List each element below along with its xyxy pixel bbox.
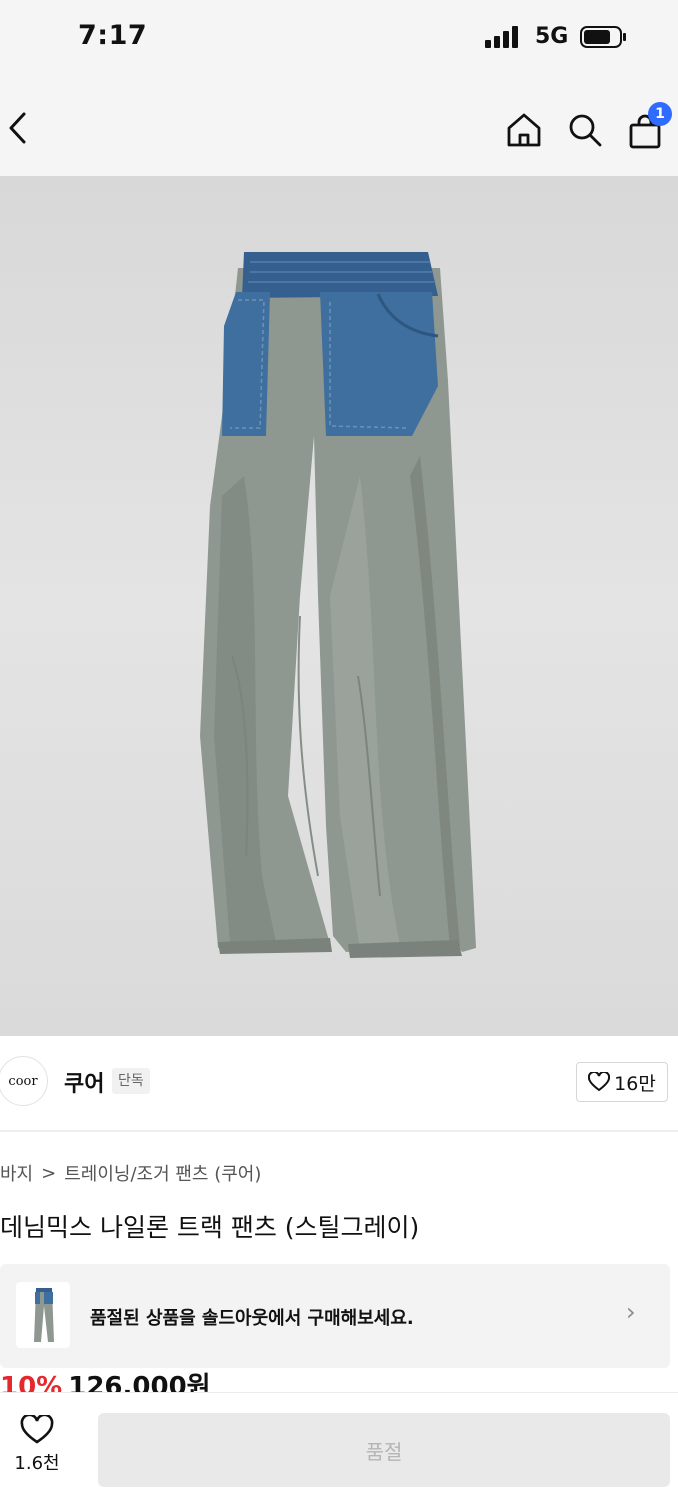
home-icon <box>507 113 541 147</box>
brand-like-count: 16만 <box>614 1072 656 1095</box>
soldout-banner-text: 품절된 상품을 솔드아웃에서 구매해보세요. <box>90 1308 414 1329</box>
soldout-banner[interactable]: 품절된 상품을 솔드아웃에서 구매해보세요. › <box>0 1264 670 1368</box>
back-button[interactable] <box>0 106 36 150</box>
sold-out-button[interactable]: 품절 <box>98 1413 670 1487</box>
exclusive-badge: 단독 <box>112 1068 150 1094</box>
cart-badge: 1 <box>648 102 672 126</box>
network-type: 5G <box>535 24 569 49</box>
cellular-signal-icon <box>485 26 525 48</box>
heart-icon <box>588 1072 611 1092</box>
home-button[interactable] <box>504 110 544 150</box>
brand-row: coor 쿠어 단독 16만 <box>0 1036 678 1132</box>
pants-illustration <box>200 252 476 958</box>
product-title: 데님믹스 나일론 트랙 팬츠 (스틸그레이) <box>0 1213 420 1242</box>
search-button[interactable] <box>565 110 605 150</box>
status-bar: 7:17 5G <box>0 0 678 80</box>
breadcrumb-category[interactable]: 바지 <box>0 1160 33 1186</box>
wishlist-count: 1.6천 <box>14 1453 60 1474</box>
nav-bar: 1 <box>0 80 678 176</box>
brand-like-button[interactable]: 16만 <box>576 1062 668 1102</box>
bottom-action-bar: 1.6천 품절 <box>0 1392 678 1500</box>
brand-name[interactable]: 쿠어 <box>64 1066 104 1098</box>
status-time: 7:17 <box>78 20 148 51</box>
cart-button[interactable]: 1 <box>626 102 672 150</box>
product-image[interactable] <box>0 176 678 1036</box>
chevron-right-icon: › <box>626 1298 636 1326</box>
breadcrumb-subcategory[interactable]: 트레이닝/조거 팬츠 (쿠어) <box>64 1160 261 1186</box>
heart-icon <box>20 1415 54 1444</box>
brand-logo[interactable]: coor <box>0 1056 48 1106</box>
breadcrumb: 바지 > 트레이닝/조거 팬츠 (쿠어) <box>0 1160 261 1186</box>
search-icon <box>569 114 602 147</box>
chevron-left-icon <box>9 112 26 144</box>
breadcrumb-separator: > <box>41 1162 57 1184</box>
battery-icon <box>580 26 626 48</box>
soldout-thumbnail <box>16 1282 70 1348</box>
wishlist-button[interactable]: 1.6천 <box>10 1415 64 1475</box>
